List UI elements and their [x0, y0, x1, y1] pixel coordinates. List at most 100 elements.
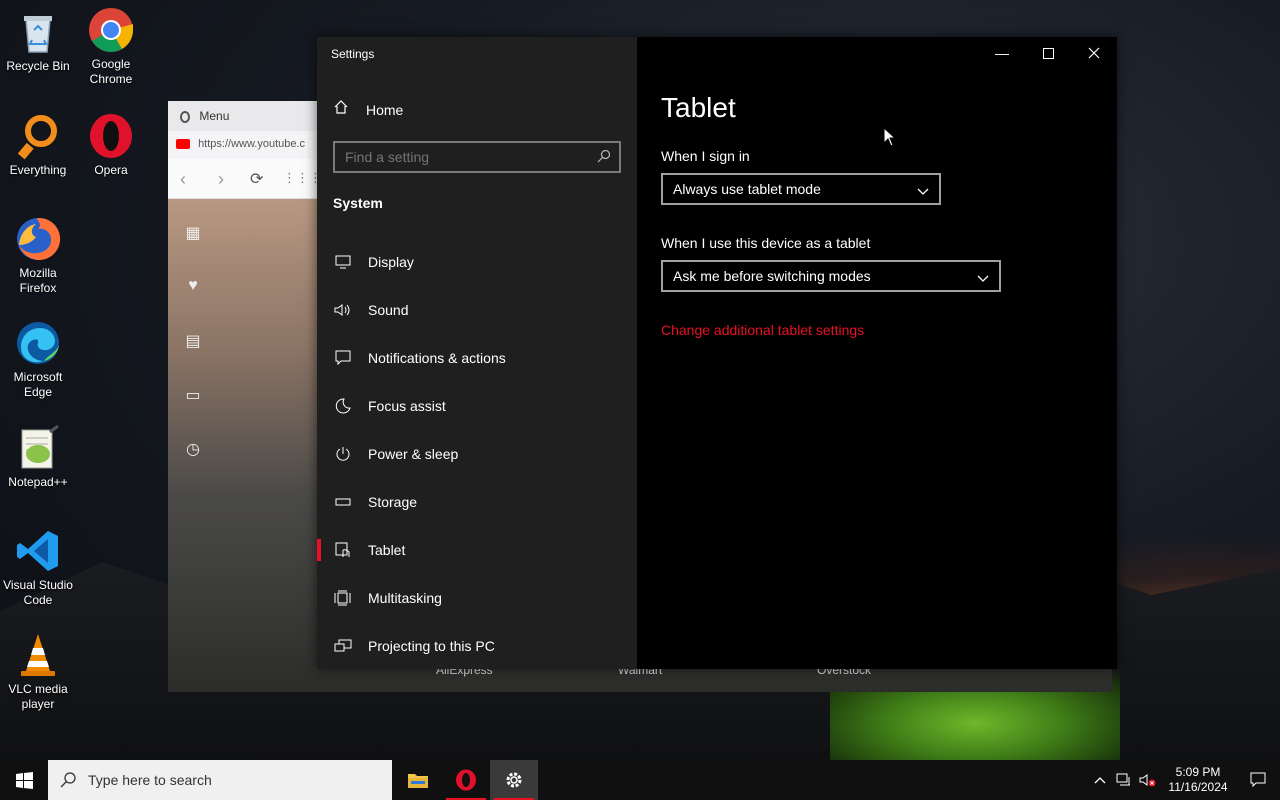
- settings-window: Settings Home System Display Sound Notif…: [317, 37, 1117, 669]
- back-icon[interactable]: ‹: [180, 169, 186, 190]
- mouse-cursor-icon: [883, 126, 897, 152]
- home-icon: [333, 99, 351, 120]
- reload-icon[interactable]: ⟳: [250, 169, 263, 189]
- opera-icon: [87, 112, 135, 160]
- opera-logo-icon: [180, 110, 190, 123]
- opera-sidebar: ▦ ♥ ▤ ▭ ◷: [168, 199, 218, 692]
- additional-tablet-settings-link[interactable]: Change additional tablet settings: [661, 322, 864, 338]
- taskbar-search-box[interactable]: Type here to search: [48, 760, 392, 800]
- nav-item-label: Display: [368, 254, 414, 270]
- projecting-icon: [333, 639, 353, 653]
- gear-icon: [506, 772, 522, 788]
- action-center-icon[interactable]: [1236, 772, 1280, 788]
- heart-icon[interactable]: ♥: [183, 277, 203, 297]
- desktop-icon-vlc-media-player[interactable]: VLC media player: [0, 631, 76, 712]
- search-icon: [48, 772, 88, 788]
- sign-in-dropdown[interactable]: Always use tablet mode: [661, 173, 941, 205]
- start-button[interactable]: [0, 760, 48, 800]
- nav-item-storage[interactable]: Storage: [317, 478, 637, 526]
- window-title: Settings: [331, 47, 375, 61]
- taskbar: Type here to search 5:09 PM 11/16/2024: [0, 760, 1280, 800]
- moon-icon: [333, 398, 353, 414]
- nav-item-power-sleep[interactable]: Power & sleep: [317, 430, 637, 478]
- settings-content-pane: — Tablet When I sign in Always use table…: [637, 37, 1117, 669]
- nav-item-label: Sound: [368, 302, 409, 318]
- apps-grid-icon[interactable]: ▦: [183, 223, 203, 243]
- nav-item-label: Focus assist: [368, 398, 446, 414]
- device-tablet-label: When I use this device as a tablet: [661, 235, 871, 251]
- taskbar-file-explorer[interactable]: [394, 760, 442, 800]
- display-icon: [333, 255, 353, 269]
- desktop-icon-mozilla-firefox[interactable]: Mozilla Firefox: [0, 215, 76, 296]
- sign-in-label: When I sign in: [661, 148, 750, 164]
- desktop-icon-visual-studio-code[interactable]: Visual Studio Code: [0, 527, 76, 608]
- network-icon[interactable]: [1112, 760, 1136, 800]
- power-icon: [333, 446, 353, 462]
- forward-icon[interactable]: ›: [218, 169, 224, 190]
- settings-navigation-pane: Settings Home System Display Sound Notif…: [317, 37, 637, 669]
- news-icon[interactable]: ▤: [183, 331, 203, 351]
- nav-item-sound[interactable]: Sound: [317, 286, 637, 334]
- desktop-icon-notepad-plus-plus[interactable]: Notepad++: [0, 424, 76, 490]
- nav-item-label: Projecting to this PC: [368, 638, 495, 654]
- taskbar-search-placeholder: Type here to search: [88, 772, 212, 788]
- nav-item-label: Power & sleep: [368, 446, 459, 462]
- firefox-icon: [14, 215, 62, 263]
- taskbar-settings[interactable]: [490, 760, 538, 800]
- maximize-icon[interactable]: [1025, 37, 1071, 69]
- nav-item-projecting-to-this-pc[interactable]: Projecting to this PC: [317, 622, 637, 670]
- device-tablet-dropdown[interactable]: Ask me before switching modes: [661, 260, 1001, 292]
- close-icon[interactable]: [1071, 37, 1117, 69]
- chevron-down-icon: [977, 270, 989, 282]
- chevron-down-icon: [917, 183, 929, 195]
- devices-icon[interactable]: ▭: [183, 385, 203, 405]
- everything-search-icon: [14, 112, 62, 160]
- taskbar-opera[interactable]: [442, 760, 490, 800]
- nav-item-display[interactable]: Display: [317, 238, 637, 286]
- system-tray: 5:09 PM 11/16/2024: [1088, 760, 1280, 800]
- nav-item-tablet[interactable]: Tablet: [317, 526, 637, 574]
- nav-item-label: Multitasking: [368, 590, 442, 606]
- tablet-icon: [333, 542, 353, 558]
- nav-item-focus-assist[interactable]: Focus assist: [317, 382, 637, 430]
- nav-item-notifications-actions[interactable]: Notifications & actions: [317, 334, 637, 382]
- folder-icon: [408, 774, 428, 788]
- vlc-cone-icon: [14, 631, 62, 679]
- nav-item-multitasking[interactable]: Multitasking: [317, 574, 637, 622]
- clock-date: 11/16/2024: [1168, 780, 1228, 794]
- opera-menu-label[interactable]: Menu: [199, 109, 229, 123]
- chevron-up-icon[interactable]: [1088, 760, 1112, 800]
- nav-item-label: Storage: [368, 494, 418, 510]
- desktop-icon-recycle-bin[interactable]: Recycle Bin: [0, 8, 76, 74]
- windows-logo-icon: [15, 771, 33, 789]
- vscode-icon: [14, 527, 62, 575]
- nav-item-label: Notifications & actions: [368, 350, 506, 366]
- desktop-icon-everything[interactable]: Everything: [0, 112, 76, 178]
- recycle-bin-icon: [14, 8, 62, 56]
- desktop-icon-microsoft-edge[interactable]: Microsoft Edge: [0, 319, 76, 400]
- volume-muted-icon[interactable]: [1136, 760, 1160, 800]
- desktop-icon-google-chrome[interactable]: Google Chrome: [73, 6, 149, 87]
- nav-home[interactable]: Home: [333, 99, 403, 120]
- minimize-icon[interactable]: —: [979, 37, 1025, 69]
- multitasking-icon: [333, 590, 353, 606]
- find-setting-input[interactable]: [333, 141, 621, 173]
- desktop-icon-opera[interactable]: Opera: [73, 112, 149, 178]
- taskbar-clock[interactable]: 5:09 PM 11/16/2024: [1160, 765, 1236, 795]
- youtube-icon: [176, 139, 190, 150]
- clock-time: 5:09 PM: [1175, 765, 1221, 779]
- section-title-system: System: [333, 195, 383, 211]
- tab-url: https://www.youtube.c: [198, 138, 306, 150]
- opera-icon: [456, 769, 476, 791]
- history-clock-icon[interactable]: ◷: [183, 439, 203, 459]
- edge-icon: [14, 319, 62, 367]
- page-title: Tablet: [661, 92, 736, 123]
- sign-in-dropdown-value: Always use tablet mode: [673, 181, 821, 197]
- search-icon[interactable]: [597, 149, 615, 167]
- notifications-icon: [333, 350, 353, 366]
- storage-icon: [333, 498, 353, 506]
- nav-home-label: Home: [366, 101, 404, 118]
- chrome-icon: [87, 6, 135, 54]
- device-tablet-dropdown-value: Ask me before switching modes: [673, 268, 871, 284]
- sound-icon: [333, 303, 353, 317]
